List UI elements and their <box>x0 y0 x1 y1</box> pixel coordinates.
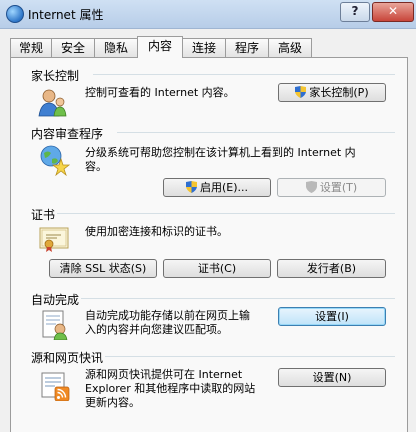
autocomplete-settings-button[interactable]: 设置(I) <box>278 307 386 326</box>
content-advisor-icon <box>40 145 71 176</box>
clear-ssl-state-button[interactable]: 清除 SSL 状态(S) <box>49 259 157 278</box>
feeds-settings-button[interactable]: 设置(N) <box>278 368 386 387</box>
certificates-button[interactable]: 证书(C) <box>163 259 271 278</box>
feeds-description-3: 更新内容。 <box>85 396 140 409</box>
divider <box>57 213 395 214</box>
content-advisor-description-1: 分级系统可帮助您控制在该计算机上看到的 Internet 内 <box>85 146 356 159</box>
close-button[interactable]: ✕ <box>372 2 414 22</box>
tab-security[interactable]: 安全 <box>51 38 95 57</box>
divider <box>93 74 395 75</box>
tab-advanced[interactable]: 高级 <box>268 38 312 57</box>
advisor-settings-button-label: 设置(T) <box>319 181 358 194</box>
certificate-icon <box>39 227 69 252</box>
tab-privacy[interactable]: 隐私 <box>94 38 138 57</box>
enable-button-label: 启用(E)... <box>199 181 249 194</box>
feeds-heading: 源和网页快讯 <box>31 351 104 365</box>
internet-options-icon <box>6 5 24 23</box>
feeds-description-1: 源和网页快讯提供可在 Internet <box>85 368 243 381</box>
divider <box>105 356 395 357</box>
uac-shield-icon <box>305 181 317 193</box>
tab-general[interactable]: 常规 <box>10 38 52 57</box>
autocomplete-heading: 自动完成 <box>31 293 80 307</box>
feeds-icon <box>41 372 70 401</box>
help-button[interactable]: ? <box>340 2 370 22</box>
parental-controls-description: 控制可查看的 Internet 内容。 <box>85 86 235 99</box>
enable-content-advisor-button[interactable]: 启用(E)... <box>163 178 271 197</box>
parental-controls-heading: 家长控制 <box>31 69 80 83</box>
tab-programs[interactable]: 程序 <box>225 38 269 57</box>
content-tab-panel: 家长控制 控制可查看的 Internet 内容。 家长控制(P) 内容审查程序 … <box>10 57 408 432</box>
tab-connections[interactable]: 连接 <box>182 38 226 57</box>
autocomplete-icon <box>42 310 68 340</box>
content-advisor-heading: 内容审查程序 <box>31 127 104 141</box>
content-advisor-settings-button[interactable]: 设置(T) <box>277 178 386 197</box>
feeds-description-2: Explorer 和其他程序中读取的网站 <box>85 382 256 395</box>
title-bar: Internet 属性 ? ✕ <box>0 0 416 29</box>
parental-control-icon <box>38 89 67 117</box>
parental-controls-button-label: 家长控制(P) <box>309 86 369 99</box>
tab-content[interactable]: 内容 <box>137 36 183 58</box>
content-advisor-description-2: 容。 <box>85 160 107 173</box>
divider <box>117 132 395 133</box>
publishers-button[interactable]: 发行者(B) <box>277 259 386 278</box>
uac-shield-icon <box>295 86 307 98</box>
divider <box>81 298 395 299</box>
certificates-heading: 证书 <box>31 208 56 222</box>
window-title: Internet 属性 <box>28 8 104 22</box>
parental-controls-button[interactable]: 家长控制(P) <box>278 83 386 102</box>
autocomplete-description-2: 入的内容并向您建议匹配项。 <box>85 323 228 336</box>
certificates-description: 使用加密连接和标识的证书。 <box>85 225 228 238</box>
uac-shield-icon <box>185 181 197 193</box>
autocomplete-description-1: 自动完成功能存储以前在网页上输 <box>85 309 250 322</box>
